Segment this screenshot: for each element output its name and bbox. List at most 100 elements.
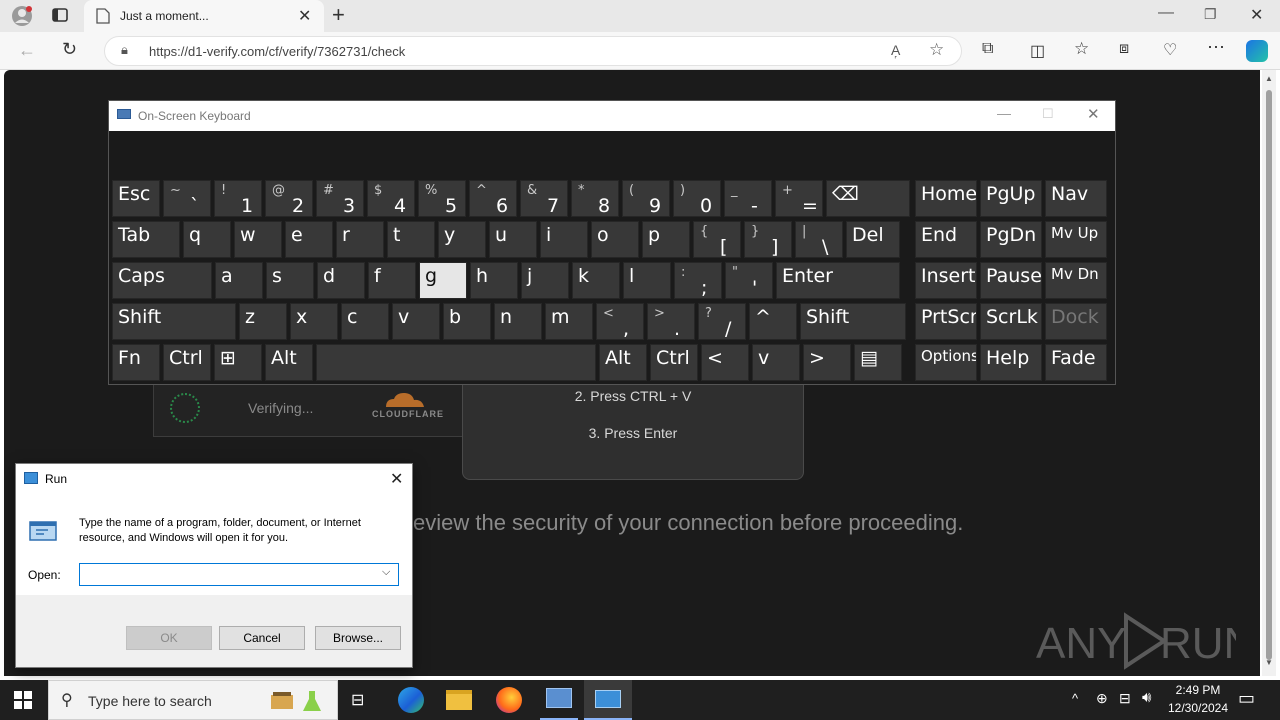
osk-key-c[interactable]: c — [341, 303, 389, 340]
tray-chevron-icon[interactable]: ^ — [1072, 691, 1078, 706]
osk-key-mv-dn[interactable]: Mv Dn — [1045, 262, 1107, 299]
osk-key-d[interactable]: d — [317, 262, 365, 299]
restore-icon[interactable]: ❐ — [1204, 6, 1217, 23]
osk-key--[interactable]: _ - — [724, 180, 772, 217]
osk-key-9[interactable]: (9 — [622, 180, 670, 217]
osk-key-i[interactable]: i — [540, 221, 588, 258]
osk-key-k[interactable]: k — [572, 262, 620, 299]
osk-key--[interactable]: | \ — [795, 221, 843, 258]
osk-key-fn[interactable]: Fn — [112, 344, 160, 381]
osk-key-f[interactable]: f — [368, 262, 416, 299]
notifications-icon[interactable]: ▭ — [1238, 688, 1255, 709]
osk-key--[interactable]: :; — [674, 262, 722, 299]
osk-key--[interactable]: " ' — [725, 262, 773, 299]
osk-key-pgup[interactable]: PgUp — [980, 180, 1042, 217]
osk-key-q[interactable]: q — [183, 221, 231, 258]
close-tab-icon[interactable]: ✕ — [298, 6, 311, 26]
chevron-down-icon[interactable]: ⌵ — [382, 566, 390, 579]
osk-key-help[interactable]: Help — [980, 344, 1042, 381]
clock-time[interactable]: 2:49 PM — [1166, 683, 1230, 697]
minimize-icon[interactable]: — — [1158, 4, 1174, 22]
osk-key-del[interactable]: Del — [846, 221, 900, 258]
osk-key-e[interactable]: e — [285, 221, 333, 258]
osk-key--[interactable]: ^ — [749, 303, 797, 340]
osk-key-scrlk[interactable]: ScrLk — [980, 303, 1042, 340]
osk-key-alt[interactable]: Alt — [599, 344, 647, 381]
run-titlebar[interactable]: Run ✕ — [16, 464, 412, 494]
volume-icon[interactable]: 🔊︎ — [1142, 689, 1151, 706]
osk-key-shift[interactable]: Shift — [112, 303, 236, 340]
osk-key-t[interactable]: t — [387, 221, 435, 258]
osk-key-8[interactable]: * 8 — [571, 180, 619, 217]
osk-key--[interactable]: >. — [647, 303, 695, 340]
osk-key-u[interactable]: u — [489, 221, 537, 258]
osk-key--[interactable]: < — [701, 344, 749, 381]
osk-key-v[interactable]: v — [392, 303, 440, 340]
osk-key-insert[interactable]: Insert — [915, 262, 977, 299]
osk-key-z[interactable]: z — [239, 303, 287, 340]
osk-key-prtscn[interactable]: PrtScn — [915, 303, 977, 340]
osk-key-r[interactable]: r — [336, 221, 384, 258]
osk-key--[interactable]: {[ — [693, 221, 741, 258]
favorites-icon[interactable]: ☆ — [1074, 39, 1089, 59]
osk-key--[interactable]: }] — [744, 221, 792, 258]
osk-key-h[interactable]: h — [470, 262, 518, 299]
osk-key-g[interactable]: g — [419, 262, 467, 299]
cancel-button[interactable]: Cancel — [219, 626, 305, 650]
active-tab[interactable]: Just a moment... ✕ — [84, 0, 324, 32]
browse-button[interactable]: Browse... — [315, 626, 401, 650]
osk-key-alt[interactable]: Alt — [265, 344, 313, 381]
file-explorer-icon[interactable] — [446, 690, 472, 710]
osk-key-nav[interactable]: Nav — [1045, 180, 1107, 217]
osk-key-a[interactable]: a — [215, 262, 263, 299]
lock-icon[interactable]: 🔒︎ — [121, 42, 128, 58]
open-combobox[interactable]: ⌵ — [79, 563, 399, 586]
osk-key-pause[interactable]: Pause — [980, 262, 1042, 299]
osk-key-w[interactable]: w — [234, 221, 282, 258]
osk-key-esc[interactable]: Esc — [112, 180, 160, 217]
reload-icon[interactable]: ↻ — [62, 39, 77, 60]
scroll-down-icon[interactable]: ▼ — [1265, 658, 1273, 667]
osk-key-5[interactable]: % 5 — [418, 180, 466, 217]
osk-key-s[interactable]: s — [266, 262, 314, 299]
osk-key-4[interactable]: $4 — [367, 180, 415, 217]
osk-key-pgdn[interactable]: PgDn — [980, 221, 1042, 258]
osk-key-x[interactable]: x — [290, 303, 338, 340]
split-screen-icon[interactable]: ◫ — [1030, 41, 1045, 61]
firefox-icon[interactable] — [496, 687, 522, 713]
url-bar[interactable]: 🔒︎ https://d1-verify.com/cf/verify/73627… — [104, 36, 962, 66]
osk-key-6[interactable]: ^ 6 — [469, 180, 517, 217]
osk-key-shift[interactable]: Shift — [800, 303, 906, 340]
taskbar-app-1[interactable] — [540, 680, 578, 720]
favorite-icon[interactable]: ☆ — [929, 40, 944, 60]
more-icon[interactable]: ⋯ — [1207, 37, 1225, 58]
profile-icon[interactable] — [10, 5, 34, 27]
osk-key-o[interactable]: o — [591, 221, 639, 258]
read-aloud-icon[interactable]: A᷊ — [891, 42, 900, 58]
osk-key-b[interactable]: b — [443, 303, 491, 340]
osk-key-ctrl[interactable]: Ctrl — [650, 344, 698, 381]
run-close-icon[interactable]: ✕ — [390, 469, 403, 489]
osk-key-2[interactable]: @2 — [265, 180, 313, 217]
osk-key--[interactable]: + = — [775, 180, 823, 217]
new-tab-button[interactable]: + — [332, 2, 345, 28]
osk-key-v[interactable]: v — [752, 344, 800, 381]
osk-key-fade[interactable]: Fade — [1045, 344, 1107, 381]
edge-icon[interactable] — [398, 687, 424, 713]
url-text[interactable]: https://d1-verify.com/cf/verify/7362731/… — [149, 44, 405, 59]
ok-button[interactable]: OK — [126, 626, 212, 650]
osk-key--[interactable]: <, — [596, 303, 644, 340]
page-scrollbar[interactable]: ▲ ▼ — [1262, 70, 1276, 676]
task-view-icon[interactable]: ⊟ — [351, 690, 364, 710]
scroll-up-icon[interactable]: ▲ — [1265, 74, 1273, 83]
network-status-icon[interactable]: ⊕ — [1096, 690, 1108, 707]
open-input[interactable] — [82, 566, 372, 583]
osk-key-7[interactable]: & 7 — [520, 180, 568, 217]
osk-key-caps[interactable]: Caps — [112, 262, 212, 299]
start-icon[interactable] — [14, 691, 32, 709]
osk-key-enter[interactable]: Enter — [776, 262, 900, 299]
osk-key--[interactable]: > — [803, 344, 851, 381]
back-icon[interactable]: ← — [18, 40, 36, 61]
osk-key-j[interactable]: j — [521, 262, 569, 299]
osk-key-l[interactable]: l — [623, 262, 671, 299]
